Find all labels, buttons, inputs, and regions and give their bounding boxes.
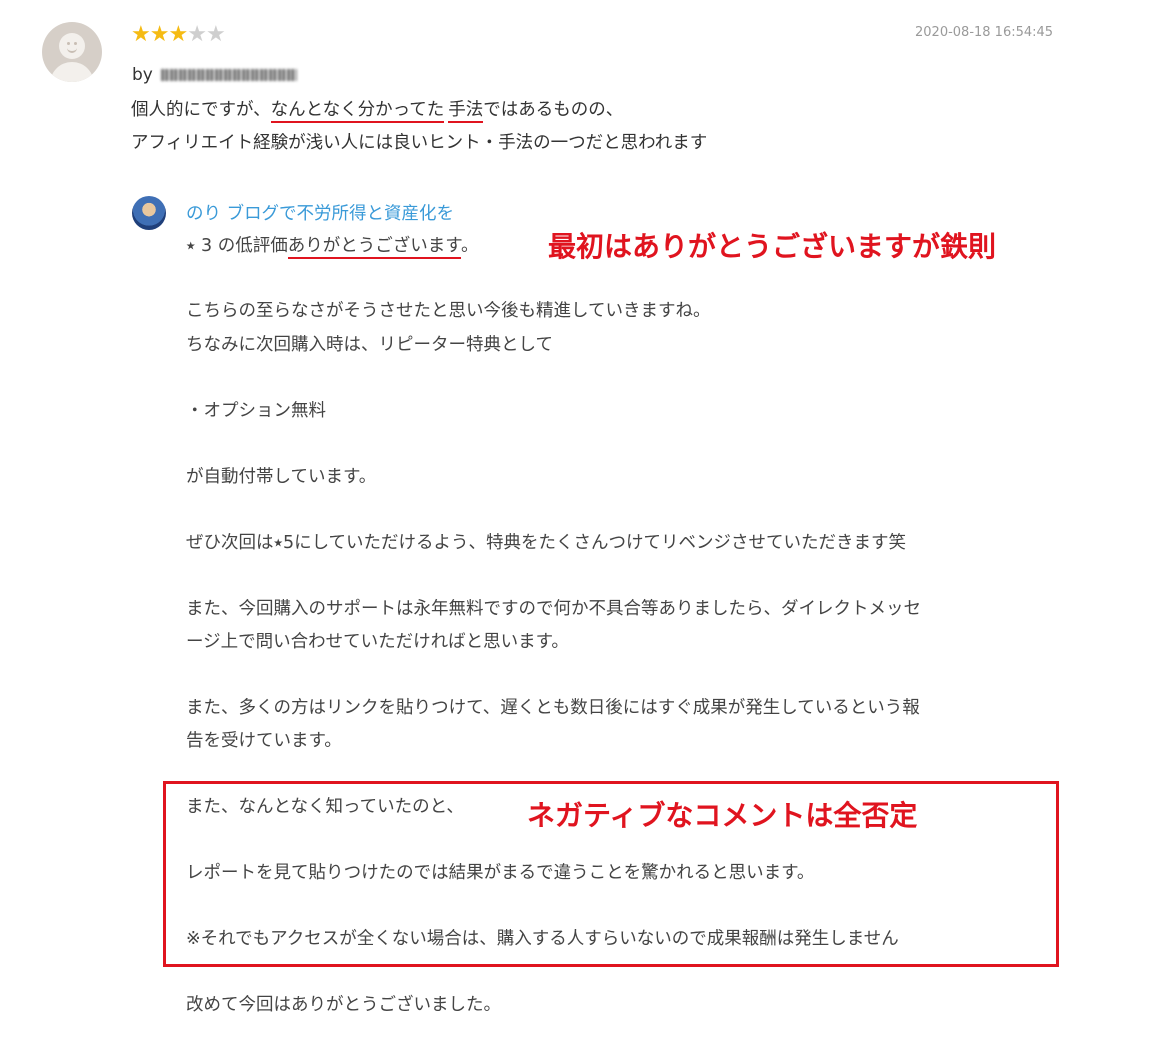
avatar-face-icon — [59, 33, 85, 59]
reply-paragraph: 告を受けています。 — [186, 731, 342, 751]
reply-paragraph: ・オプション無料 — [186, 401, 326, 421]
annotation-second: ネガティブなコメントは全否定 — [527, 799, 918, 832]
reviewer-byline: by — [132, 65, 297, 85]
reply-paragraph: レポートを見て貼りつけたのでは結果がまるで違うことを驚かれると思います。 — [186, 863, 815, 883]
star-filled-icon: ★ — [149, 22, 170, 47]
reply-paragraph: ージ上で問い合わせていただければと思います。 — [186, 632, 569, 652]
review-text-part: ではあるものの、 — [483, 100, 624, 120]
reply-paragraph: こちらの至らなさがそうさせたと思い今後も精進していきますね。 — [186, 301, 711, 321]
review-text-part: 個人的にですが、 — [131, 100, 271, 120]
reply-paragraph: ※それでもアクセスが全くない場合は、購入する人すらいないので成果報酬は発生しませ… — [186, 929, 899, 949]
star-filled-icon: ★ — [131, 22, 151, 47]
seller-name-link[interactable]: のり ブログで不労所得と資産化を — [186, 200, 454, 225]
reply-thanks-line: ⭑ 3 の低評価ありがとうございます。 — [186, 232, 479, 259]
reply-paragraph: ちなみに次回購入時は、リピーター特典として — [186, 335, 553, 355]
reply-paragraph: また、なんとなく知っていたのと、 — [186, 797, 464, 817]
review-timestamp: 2020-08-18 16:54:45 — [915, 25, 1054, 40]
reply-text-part: ⭑ 3 の低評価 — [186, 236, 288, 256]
avatar-eye — [67, 42, 70, 45]
seller-avatar[interactable] — [132, 196, 166, 230]
avatar-eye — [74, 42, 77, 45]
reply-paragraph: ぜひ次回は⭑5にしていただけるよう、特典をたくさんつけてリベンジさせていただきま… — [186, 533, 907, 553]
review-text-line-2: アフィリエイト経験が浅い人には良いヒント・手法の一つだと思われます — [131, 133, 708, 153]
by-label: by — [132, 65, 153, 85]
reply-paragraph: また、今回購入のサポートは永年無料ですので何か不具合等ありましたら、ダイレクトメ… — [186, 599, 921, 619]
review-text-underlined: 手法 — [448, 100, 484, 123]
reply-paragraph: 改めて今回はありがとうございました。 — [186, 995, 501, 1015]
reply-paragraph: また、多くの方はリンクを貼りつけて、遅くとも数日後にはすぐ成果が発生しているとい… — [186, 698, 920, 718]
star-empty-icon: ★ — [205, 22, 226, 47]
review-text-line-1: 個人的にですが、なんとなく分かってた 手法ではあるものの、 — [131, 96, 624, 123]
annotation-first: 最初はありがとうございますが鉄則 — [548, 230, 997, 263]
star-filled-icon: ★ — [168, 22, 188, 47]
star-rating: ★★★★★ — [131, 22, 226, 48]
reply-text-underlined: ありがとうございます — [287, 236, 461, 259]
reply-text-part: 。 — [460, 236, 479, 256]
star-empty-icon: ★ — [187, 22, 207, 47]
reviewer-avatar — [42, 22, 102, 82]
avatar-mouth — [67, 46, 77, 53]
review-text-underlined: なんとなく分かってた — [270, 100, 445, 123]
reply-paragraph: が自動付帯しています。 — [186, 467, 377, 487]
reviewer-name-blurred — [160, 69, 297, 81]
avatar-body — [50, 62, 94, 82]
